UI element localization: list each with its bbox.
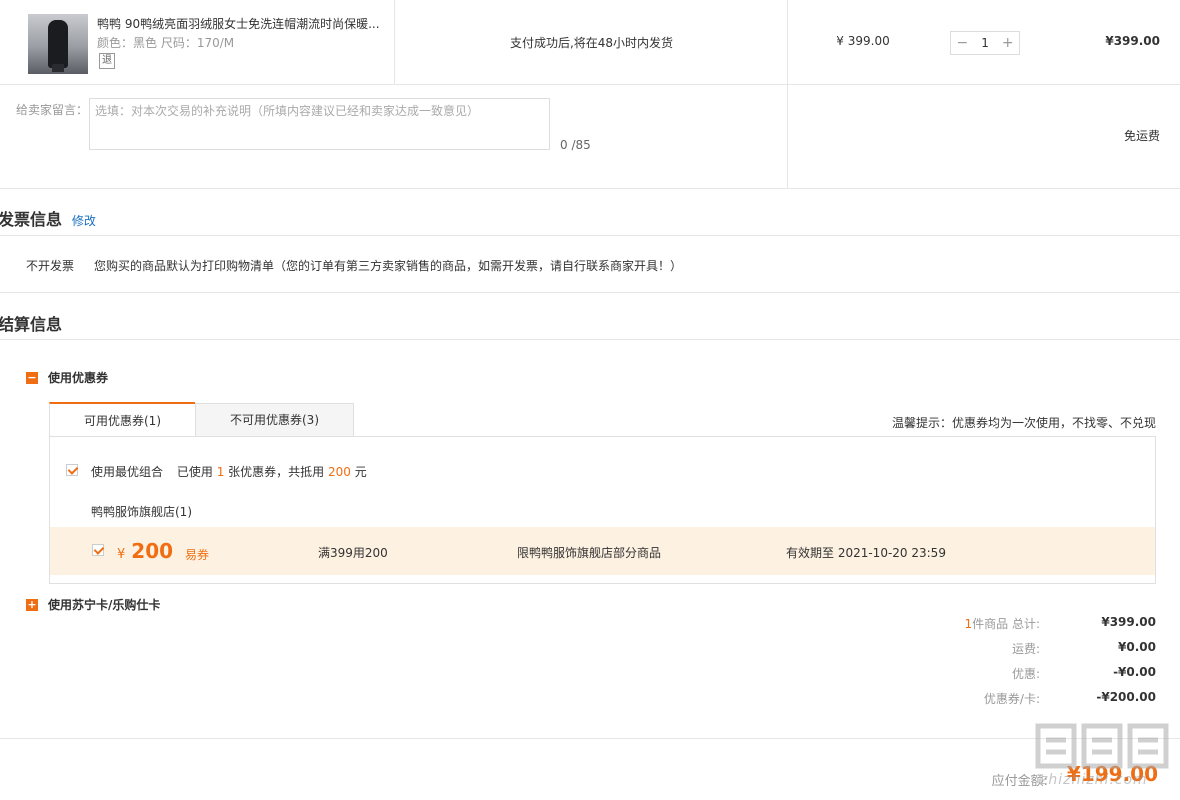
coupon-tip: 温馨提示：优惠券均为一次使用，不找零、不兑现	[891, 416, 1156, 430]
qty-increase-button[interactable]: +	[996, 35, 1019, 51]
collapse-icon: −	[26, 370, 38, 384]
item-subtotal: ¥399.00	[1105, 34, 1160, 48]
best-combo-row: 使用最优组合 已使用 1 张优惠券，共抵用 200 元	[91, 463, 367, 480]
coupon-scope: 限鸭鸭服饰旗舰店部分商品	[517, 546, 662, 560]
summary-count-row: 1件商品 总计:	[840, 615, 1041, 632]
product-spec: 颜色：黑色 尺码：170/M	[97, 36, 235, 50]
card-group-toggle[interactable]: + 使用苏宁卡/乐购仕卡	[26, 596, 160, 613]
tab-unavailable-coupons[interactable]: 不可用优惠券(3)	[195, 403, 354, 436]
tab-available-coupons[interactable]: 可用优惠券(1)	[49, 402, 195, 436]
card-group-label: 使用苏宁卡/乐购仕卡	[48, 598, 161, 612]
best-combo-used-prefix: 已使用	[176, 465, 213, 479]
coupon-group-toggle[interactable]: − 使用优惠券	[26, 369, 108, 386]
divider	[0, 292, 1180, 293]
summary-discount-label: 优惠:	[1011, 667, 1040, 681]
invoice-desc: 您购买的商品默认为打印购物清单（您的订单有第三方卖家销售的商品，如需开发票，请自…	[94, 259, 683, 273]
invoice-edit-link[interactable]: 修改	[72, 214, 96, 228]
divider	[0, 738, 1180, 739]
summary-coupon: -¥200.00	[1096, 690, 1156, 704]
best-combo-used-mid: 张优惠券，共抵用	[228, 465, 325, 479]
divider	[0, 84, 1180, 85]
best-combo-count: 1	[216, 465, 225, 479]
payable-label: 应付金额:	[991, 774, 1048, 789]
unit-price: ¥ 399.00	[836, 34, 890, 48]
divider	[0, 339, 1180, 340]
char-counter: 0 /85	[560, 138, 591, 152]
freight-note: 免运费	[1123, 129, 1160, 143]
coupon-checkbox[interactable]	[92, 544, 104, 556]
message-box	[89, 98, 550, 150]
summary-discount: -¥0.00	[1113, 665, 1156, 679]
quantity-stepper: − 1 +	[950, 31, 1020, 55]
coupon-condition: 满399用200	[318, 546, 388, 560]
best-combo-used-suffix: 元	[354, 465, 367, 479]
watermark-text: zhizhizhi.com	[1040, 772, 1148, 788]
return-badge: 退	[99, 53, 115, 69]
message-label: 给卖家留言：	[16, 103, 89, 117]
best-combo-checkbox[interactable]	[66, 464, 78, 476]
best-combo-label: 使用最优组合	[91, 465, 164, 479]
qty-value[interactable]: 1	[974, 36, 997, 50]
summary-coupon-label: 优惠券/卡:	[983, 692, 1040, 706]
coupon-group-label: 使用优惠券	[48, 371, 109, 385]
coupon-shop-name: 鸭鸭服饰旗舰店(1)	[91, 505, 192, 519]
summary-count: 1	[964, 617, 973, 631]
product-thumbnail[interactable]	[28, 14, 88, 74]
qty-decrease-button[interactable]: −	[951, 35, 974, 51]
invoice-title: 发票信息	[0, 210, 63, 229]
invoice-type: 不开发票	[26, 259, 75, 273]
summary-freight: ¥0.00	[1118, 640, 1156, 654]
shipping-note: 支付成功后,将在48小时内发货	[509, 36, 674, 50]
settlement-title: 结算信息	[0, 315, 63, 334]
coupon-tag: 易券	[185, 548, 210, 562]
coupon-value: ¥200	[117, 539, 173, 563]
summary-freight-label: 运费:	[1011, 642, 1040, 656]
coupon-amount: 200	[131, 539, 174, 563]
summary-total: ¥399.00	[1101, 615, 1156, 629]
seller-message-input[interactable]	[90, 99, 549, 149]
coupon-currency: ¥	[117, 547, 126, 562]
expand-icon: +	[26, 597, 38, 611]
divider	[0, 188, 1180, 189]
divider	[787, 0, 788, 188]
best-combo-amount: 200	[328, 465, 351, 479]
summary-count-label: 件商品 总计:	[972, 617, 1040, 631]
product-name[interactable]: 鸭鸭 90鸭绒亮面羽绒服女士免洗连帽潮流时尚保暖...	[97, 15, 387, 32]
invoice-header: 发票信息 修改	[0, 206, 96, 230]
coupon-expiry: 有效期至 2021-10-20 23:59	[786, 546, 946, 560]
divider	[0, 235, 1180, 236]
